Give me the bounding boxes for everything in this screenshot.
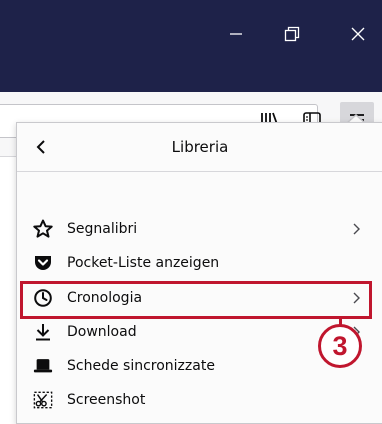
minimize-icon xyxy=(230,33,242,35)
chevron-right-icon xyxy=(349,221,365,237)
back-button[interactable] xyxy=(27,133,55,161)
menu-item-bookmarks[interactable]: Segnalibri xyxy=(17,213,382,245)
library-panel: Libreria Segnalibri Pocket-Liste anzeige… xyxy=(16,122,382,424)
screenshot-icon xyxy=(33,390,53,410)
close-icon xyxy=(351,27,365,41)
menu-item-label: Segnalibri xyxy=(67,221,138,237)
annotation-step-badge: 3 xyxy=(318,324,362,368)
panel-title: Libreria xyxy=(171,138,229,156)
menu-item-label: Pocket-Liste anzeigen xyxy=(67,255,220,271)
window-titlebar xyxy=(0,0,382,92)
synced-tabs-icon xyxy=(33,356,53,376)
annotation-highlight-box xyxy=(20,281,372,319)
panel-header: Libreria xyxy=(17,123,382,172)
star-icon xyxy=(33,219,53,239)
restore-button[interactable] xyxy=(272,14,312,54)
menu-item-label: Screenshot xyxy=(67,392,146,408)
menu-item-label: Schede sincronizzate xyxy=(67,358,215,374)
chevron-left-icon xyxy=(36,140,45,154)
menu-item-pocket[interactable]: Pocket-Liste anzeigen xyxy=(17,247,382,279)
menu-item-screenshot[interactable]: Screenshot xyxy=(17,384,382,416)
menu-item-label: Download xyxy=(67,324,137,340)
restore-icon xyxy=(284,26,300,42)
close-button[interactable] xyxy=(338,14,378,54)
minimize-button[interactable] xyxy=(216,14,256,54)
download-icon xyxy=(33,322,53,342)
pocket-icon xyxy=(33,253,53,273)
